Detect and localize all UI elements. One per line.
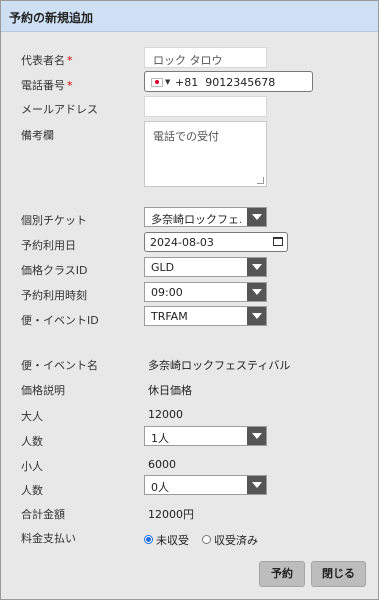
close-button[interactable]: 閉じる xyxy=(311,561,366,587)
event-name-value: 多奈崎ロックフェスティバル xyxy=(148,359,291,372)
resize-handle-icon[interactable] xyxy=(257,177,264,184)
email-label: メールアドレス xyxy=(21,103,98,116)
email-input[interactable] xyxy=(144,96,267,117)
phone-label: 電話番号 * xyxy=(21,79,73,92)
dropdown-arrow-icon[interactable] xyxy=(247,476,266,494)
date-input[interactable]: 2024-08-03 xyxy=(144,232,288,252)
calendar-icon[interactable] xyxy=(273,237,283,246)
total-value: 12000円 xyxy=(148,508,194,521)
adult-count-label: 人数 xyxy=(21,435,43,448)
price-class-label: 価格クラスID xyxy=(21,264,88,277)
dial-code: +81 xyxy=(175,76,199,89)
child-label: 小人 xyxy=(21,460,43,473)
child-price-value: 6000 xyxy=(148,458,176,471)
ticket-label: 個別チケット xyxy=(21,214,87,227)
representative-label: 代表者名 * xyxy=(21,54,73,67)
new-reservation-dialog: 予約の新規追加 代表者名 * ロック タロウ 電話番号 * ▼ +81 901234… xyxy=(0,0,379,600)
dropdown-arrow-icon[interactable] xyxy=(247,307,266,325)
country-dropdown-caret-icon[interactable]: ▼ xyxy=(165,78,170,86)
time-select[interactable]: 09:00 xyxy=(144,282,267,302)
child-count-select[interactable]: 0人 xyxy=(144,475,267,495)
dialog-titlebar: 予約の新規追加 xyxy=(1,1,378,32)
dropdown-arrow-icon[interactable] xyxy=(247,258,266,276)
remarks-textarea[interactable]: 電話での受付 xyxy=(144,121,267,187)
adult-label: 大人 xyxy=(21,410,43,423)
time-label: 予約利用時刻 xyxy=(21,289,87,302)
payment-unreceived-radio[interactable] xyxy=(144,535,153,544)
dropdown-arrow-icon[interactable] xyxy=(247,427,266,445)
payment-received-label: 収受済み xyxy=(214,534,258,547)
reserve-button[interactable]: 予約 xyxy=(259,561,305,587)
phone-number: 9012345678 xyxy=(205,76,276,89)
ticket-select[interactable]: 多奈崎ロックフェ... xyxy=(144,207,267,227)
representative-input[interactable]: ロック タロウ xyxy=(144,47,267,68)
dropdown-arrow-icon[interactable] xyxy=(247,208,266,226)
date-label: 予約利用日 xyxy=(21,239,76,252)
total-label: 合計金額 xyxy=(21,508,65,521)
dropdown-arrow-icon[interactable] xyxy=(247,283,266,301)
event-id-label: 便・イベントID xyxy=(21,314,99,327)
price-desc-label: 価格説明 xyxy=(21,384,65,397)
dialog-title: 予約の新規追加 xyxy=(9,11,94,25)
phone-input[interactable]: ▼ +81 9012345678 xyxy=(144,71,313,92)
payment-label: 料金支払い xyxy=(21,532,76,545)
child-count-label: 人数 xyxy=(21,484,43,497)
payment-received-radio[interactable] xyxy=(202,535,211,544)
adult-count-select[interactable]: 1人 xyxy=(144,426,267,446)
price-class-select[interactable]: GLD xyxy=(144,257,267,277)
japan-flag-icon[interactable] xyxy=(151,78,163,87)
payment-unreceived-label: 未収受 xyxy=(156,534,189,547)
event-name-label: 便・イベント名 xyxy=(21,359,98,372)
event-id-select[interactable]: TRFAM xyxy=(144,306,267,326)
adult-price-value: 12000 xyxy=(148,408,183,421)
remarks-label: 備考欄 xyxy=(21,129,54,142)
price-desc-value: 休日価格 xyxy=(148,384,192,397)
